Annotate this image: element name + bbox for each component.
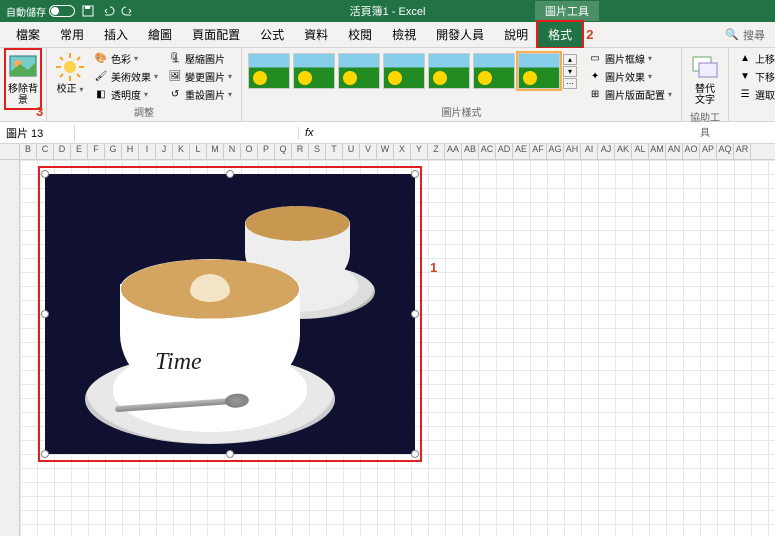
search-box[interactable]: 🔍 搜尋 [725, 27, 765, 43]
name-box-dropdown[interactable] [81, 127, 299, 139]
picture-border-button[interactable]: ▭圖片框線▾ [585, 50, 675, 67]
tab-format[interactable]: 格式 [538, 22, 582, 47]
alt-text-icon [690, 52, 720, 82]
autosave-toggle[interactable]: 自動儲存 [6, 4, 75, 19]
send-backward-button[interactable]: ▼下移一 [735, 68, 775, 85]
worksheet-area[interactable]: BCDEFGHIJKLMNOPQRSTUVWXYZAAABACADAEAFAGA… [0, 144, 775, 536]
style-thumb-7[interactable] [518, 53, 560, 89]
color-icon: 🎨 [94, 52, 108, 66]
column-headers[interactable]: BCDEFGHIJKLMNOPQRSTUVWXYZAAABACADAEAFAGA… [0, 144, 775, 160]
tab-developer[interactable]: 開發人員 [426, 22, 494, 47]
resize-handle-e[interactable] [411, 310, 419, 318]
name-box[interactable]: 圖片 13 [0, 125, 75, 141]
tab-draw[interactable]: 繪圖 [138, 22, 182, 47]
redo-icon[interactable] [121, 4, 135, 18]
bring-forward-icon: ▲ [738, 52, 752, 66]
gallery-scroll[interactable]: ▴▾⋯ [563, 54, 577, 89]
reset-picture-button[interactable]: ↺重設圖片▾ [165, 86, 235, 103]
quick-access-toolbar: 自動儲存 [6, 4, 135, 19]
cell-grid[interactable]: Time 1 [20, 160, 775, 536]
picture-content: Time [45, 174, 415, 454]
tab-review[interactable]: 校閱 [338, 22, 382, 47]
alt-text-label: 替代 文字 [695, 84, 715, 106]
send-backward-icon: ▼ [738, 70, 752, 84]
callout-1: 1 [430, 260, 437, 275]
style-thumb-3[interactable] [338, 53, 380, 89]
cup-text: Time [155, 349, 202, 376]
corrections-button[interactable]: 校正 ▾ [53, 50, 87, 97]
picture-layout-button[interactable]: ⊞圖片版面配置▾ [585, 86, 675, 103]
reset-icon: ↺ [168, 88, 182, 102]
resize-handle-ne[interactable] [411, 170, 419, 178]
group-adjust: 校正 ▾ 🎨色彩▾ 🖌美術效果▾ ◧透明度▾ 🗜壓縮圖片 🖼變更圖片▾ ↺重設圖… [47, 48, 242, 121]
selection-pane-button[interactable]: ☰選取範圍 [735, 86, 775, 103]
alt-text-button[interactable]: 替代 文字 [688, 50, 722, 108]
remove-bg-icon [8, 52, 38, 82]
resize-handle-nw[interactable] [41, 170, 49, 178]
transparency-icon: ◧ [94, 88, 108, 102]
document-title: 活頁簿1 - Excel [350, 3, 426, 19]
undo-icon[interactable] [101, 4, 115, 18]
toggle-icon [49, 5, 75, 17]
row-headers[interactable] [0, 160, 20, 536]
bring-forward-button[interactable]: ▲上移一 [735, 50, 775, 67]
group-remove-bg: 移除背景 3 [0, 48, 47, 121]
tab-data[interactable]: 資料 [294, 22, 338, 47]
compress-icon: 🗜 [168, 52, 182, 66]
border-icon: ▭ [588, 52, 602, 66]
change-picture-icon: 🖼 [168, 70, 182, 84]
contextual-tab-label: 圖片工具 [535, 1, 599, 21]
tab-view[interactable]: 檢視 [382, 22, 426, 47]
remove-background-button[interactable]: 移除背景 [6, 50, 40, 108]
tab-page-layout[interactable]: 頁面配置 [182, 22, 250, 47]
style-thumb-4[interactable] [383, 53, 425, 89]
adjust-group-label: 調整 [53, 103, 235, 119]
layout-icon: ⊞ [588, 88, 602, 102]
resize-handle-w[interactable] [41, 310, 49, 318]
search-icon: 🔍 [725, 28, 739, 41]
artistic-effects-button[interactable]: 🖌美術效果▾ [91, 68, 161, 85]
artistic-icon: 🖌 [94, 70, 108, 84]
styles-group-label: 圖片樣式 [248, 103, 675, 119]
callout-3: 3 [36, 104, 43, 119]
title-bar: 自動儲存 活頁簿1 - Excel 圖片工具 [0, 0, 775, 22]
fx-icon[interactable]: fx [305, 127, 314, 139]
ribbon: 移除背景 3 校正 ▾ 🎨色彩▾ 🖌美術效果▾ ◧透明度▾ 🗜壓縮圖片 🖼變更圖… [0, 48, 775, 122]
resize-handle-n[interactable] [226, 170, 234, 178]
tab-help[interactable]: 說明 [494, 22, 538, 47]
tab-formulas[interactable]: 公式 [250, 22, 294, 47]
callout-2: 2 [586, 27, 593, 42]
tab-file[interactable]: 檔案 [6, 22, 50, 47]
inserted-picture[interactable]: Time [45, 174, 415, 454]
formula-bar-row: 圖片 13 fx [0, 122, 775, 144]
resize-handle-se[interactable] [411, 450, 419, 458]
compress-pictures-button[interactable]: 🗜壓縮圖片 [165, 50, 235, 67]
effects-icon: ✦ [588, 70, 602, 84]
transparency-button[interactable]: ◧透明度▾ [91, 86, 161, 103]
picture-effects-button[interactable]: ✦圖片效果▾ [585, 68, 675, 85]
style-thumb-1[interactable] [248, 53, 290, 89]
style-thumb-5[interactable] [428, 53, 470, 89]
tab-home[interactable]: 常用 [50, 22, 94, 47]
resize-handle-s[interactable] [226, 450, 234, 458]
group-picture-styles: ▴▾⋯ ▭圖片框線▾ ✦圖片效果▾ ⊞圖片版面配置▾ 圖片樣式 [242, 48, 682, 121]
resize-handle-sw[interactable] [41, 450, 49, 458]
acc-group-label: 協助工具 [688, 108, 722, 139]
picture-styles-gallery[interactable]: ▴▾⋯ [248, 50, 577, 92]
remove-bg-label: 移除背景 [8, 84, 38, 106]
color-button[interactable]: 🎨色彩▾ [91, 50, 161, 67]
selection-icon: ☰ [738, 88, 752, 102]
save-icon[interactable] [81, 4, 95, 18]
style-thumb-2[interactable] [293, 53, 335, 89]
sun-icon [55, 52, 85, 82]
corrections-label: 校正 ▾ [57, 84, 84, 95]
change-picture-button[interactable]: 🖼變更圖片▾ [165, 68, 235, 85]
search-label: 搜尋 [743, 27, 765, 43]
ribbon-tabs: 檔案 常用 插入 繪圖 頁面配置 公式 資料 校閱 檢視 開發人員 說明 格式 … [0, 22, 775, 48]
autosave-label: 自動儲存 [6, 4, 46, 19]
group-accessibility: 替代 文字 協助工具 [682, 48, 729, 121]
group-arrange: ▲上移一 ▼下移一 ☰選取範圍 [729, 48, 775, 121]
style-thumb-6[interactable] [473, 53, 515, 89]
tab-insert[interactable]: 插入 [94, 22, 138, 47]
